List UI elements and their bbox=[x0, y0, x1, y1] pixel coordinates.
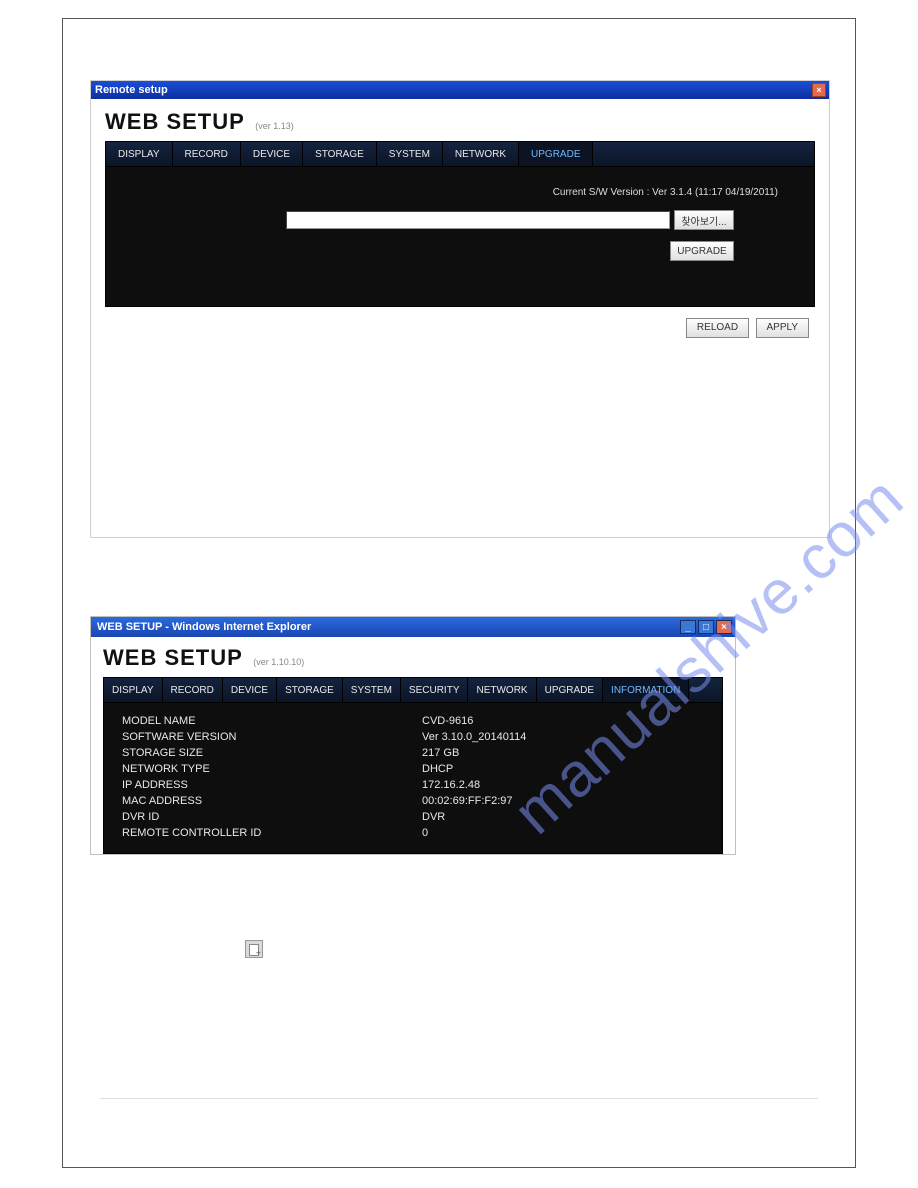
screenshot-information: WEB SETUP - Windows Internet Explorer _ … bbox=[90, 616, 736, 855]
upgrade-file-input[interactable] bbox=[286, 211, 670, 229]
tab-upgrade[interactable]: UPGRADE bbox=[519, 142, 593, 166]
page-version: (ver 1.10.10) bbox=[253, 657, 304, 667]
page-heading-row: WEB SETUP (ver 1.10.10) bbox=[103, 645, 723, 671]
tab-storage[interactable]: STORAGE bbox=[277, 678, 343, 702]
apply-button[interactable]: APPLY bbox=[756, 318, 810, 338]
info-value: 217 GB bbox=[422, 745, 704, 761]
bottom-button-row: RELOAD APPLY bbox=[105, 317, 815, 338]
tab-bar: DISPLAYRECORDDEVICESTORAGESYSTEMNETWORKU… bbox=[105, 141, 815, 167]
browser-title: WEB SETUP - Windows Internet Explorer bbox=[97, 621, 311, 633]
page-heading-row: WEB SETUP (ver 1.13) bbox=[105, 109, 815, 135]
tab-display[interactable]: DISPLAY bbox=[104, 678, 163, 702]
browse-button[interactable]: 찾아보기... bbox=[674, 210, 734, 230]
info-value: Ver 3.10.0_20140114 bbox=[422, 729, 704, 745]
info-value: 0 bbox=[422, 825, 704, 841]
info-label: MAC ADDRESS bbox=[122, 793, 422, 809]
info-row: SOFTWARE VERSIONVer 3.10.0_20140114 bbox=[122, 729, 704, 745]
minimize-icon[interactable]: _ bbox=[680, 620, 696, 634]
tab-upgrade[interactable]: UPGRADE bbox=[537, 678, 603, 702]
info-label: IP ADDRESS bbox=[122, 777, 422, 793]
page-title: WEB SETUP bbox=[103, 645, 243, 671]
close-icon[interactable]: × bbox=[716, 620, 732, 634]
info-row: REMOTE CONTROLLER ID0 bbox=[122, 825, 704, 841]
info-label: STORAGE SIZE bbox=[122, 745, 422, 761]
info-label: DVR ID bbox=[122, 809, 422, 825]
info-row: STORAGE SIZE217 GB bbox=[122, 745, 704, 761]
info-row: DVR IDDVR bbox=[122, 809, 704, 825]
window-body: WEB SETUP (ver 1.13) DISPLAYRECORDDEVICE… bbox=[91, 99, 829, 537]
info-row: MODEL NAMECVD-9616 bbox=[122, 713, 704, 729]
info-value: DHCP bbox=[422, 761, 704, 777]
screenshot-upgrade: Remote setup × WEB SETUP (ver 1.13) DISP… bbox=[90, 80, 830, 538]
tab-information[interactable]: INFORMATION bbox=[603, 678, 689, 702]
tab-system[interactable]: SYSTEM bbox=[377, 142, 443, 166]
window-titlebar: Remote setup × bbox=[91, 81, 829, 99]
footer-rule bbox=[100, 1098, 818, 1099]
info-value: DVR bbox=[422, 809, 704, 825]
info-label: SOFTWARE VERSION bbox=[122, 729, 422, 745]
tab-storage[interactable]: STORAGE bbox=[303, 142, 377, 166]
info-label: REMOTE CONTROLLER ID bbox=[122, 825, 422, 841]
tab-device[interactable]: DEVICE bbox=[223, 678, 277, 702]
info-value: 172.16.2.48 bbox=[422, 777, 704, 793]
tab-security[interactable]: SECURITY bbox=[401, 678, 469, 702]
maximize-icon[interactable]: □ bbox=[698, 620, 714, 634]
info-label: MODEL NAME bbox=[122, 713, 422, 729]
browser-body: WEB SETUP (ver 1.10.10) DISPLAYRECORDDEV… bbox=[91, 637, 735, 854]
info-row: IP ADDRESS172.16.2.48 bbox=[122, 777, 704, 793]
upgrade-panel: Current S/W Version : Ver 3.1.4 (11:17 0… bbox=[105, 167, 815, 307]
reload-button[interactable]: RELOAD bbox=[686, 318, 749, 338]
window-title: Remote setup bbox=[95, 84, 168, 96]
tab-bar: DISPLAYRECORDDEVICESTORAGESYSTEMSECURITY… bbox=[103, 677, 723, 703]
info-row: MAC ADDRESS00:02:69:FF:F2:97 bbox=[122, 793, 704, 809]
page-title: WEB SETUP bbox=[105, 109, 245, 135]
info-value: CVD-9616 bbox=[422, 713, 704, 729]
information-panel: MODEL NAMECVD-9616SOFTWARE VERSIONVer 3.… bbox=[103, 703, 723, 854]
tab-display[interactable]: DISPLAY bbox=[106, 142, 173, 166]
browser-titlebar: WEB SETUP - Windows Internet Explorer _ … bbox=[91, 617, 735, 637]
tab-network[interactable]: NETWORK bbox=[468, 678, 536, 702]
current-sw-version: Current S/W Version : Ver 3.1.4 (11:17 0… bbox=[553, 187, 778, 198]
tab-system[interactable]: SYSTEM bbox=[343, 678, 401, 702]
info-label: NETWORK TYPE bbox=[122, 761, 422, 777]
upgrade-button[interactable]: UPGRADE bbox=[670, 241, 734, 261]
tab-record[interactable]: RECORD bbox=[163, 678, 223, 702]
info-row: NETWORK TYPEDHCP bbox=[122, 761, 704, 777]
tab-device[interactable]: DEVICE bbox=[241, 142, 303, 166]
close-icon[interactable]: × bbox=[812, 83, 826, 97]
add-document-icon[interactable] bbox=[245, 940, 263, 958]
info-value: 00:02:69:FF:F2:97 bbox=[422, 793, 704, 809]
tab-record[interactable]: RECORD bbox=[173, 142, 241, 166]
page-version: (ver 1.13) bbox=[255, 121, 294, 131]
window-buttons: _ □ × bbox=[680, 620, 732, 634]
tab-network[interactable]: NETWORK bbox=[443, 142, 519, 166]
